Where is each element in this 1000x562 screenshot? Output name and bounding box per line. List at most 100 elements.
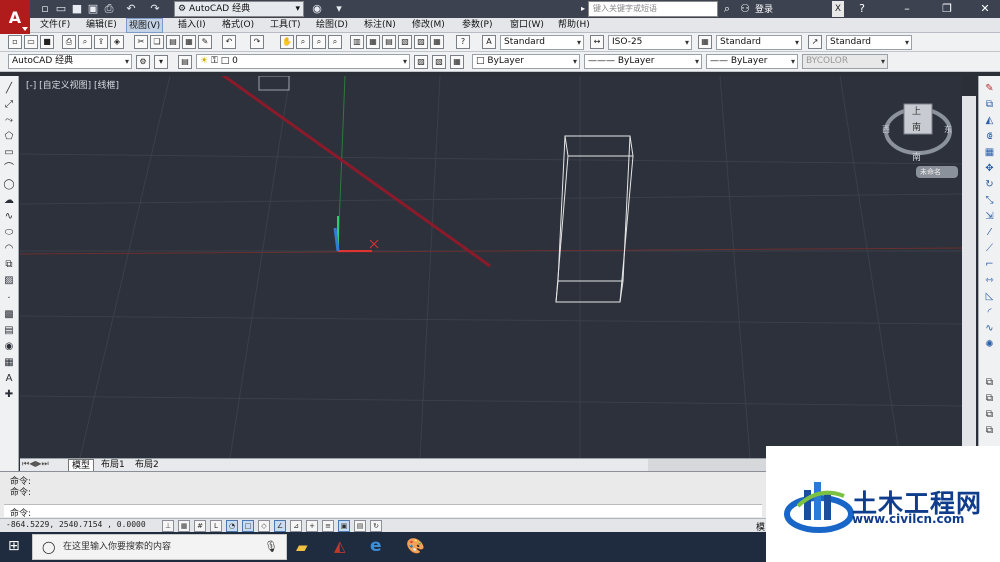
table-style-icon[interactable]: ▦ (698, 35, 712, 49)
menu-window[interactable]: 窗口(W) (508, 18, 546, 33)
menu-dimension[interactable]: 标注(N) (362, 18, 398, 33)
polar-toggle[interactable]: ◔ (226, 520, 238, 532)
toolbar-options-icon[interactable]: ▾ (154, 55, 168, 69)
osnap-toggle[interactable]: □ (242, 520, 254, 532)
design-center-icon[interactable]: ▦ (366, 35, 380, 49)
offset-icon[interactable]: ⟃ (982, 130, 997, 144)
ortho-toggle[interactable]: L (210, 520, 222, 532)
dim-style-icon[interactable]: ↔ (590, 35, 604, 49)
draworder-front-icon[interactable]: ⧉ (982, 376, 997, 390)
text-style-select[interactable]: Standard ▾ (500, 35, 584, 50)
make-block-icon[interactable]: ▨ (2, 274, 16, 287)
draworder-under-icon[interactable]: ⧉ (982, 424, 997, 438)
layer-previous-icon[interactable]: ▧ (432, 55, 446, 69)
exchange-icon[interactable]: X (832, 1, 844, 17)
region-icon[interactable]: ◉ (2, 340, 16, 353)
copy-icon[interactable]: ❏ (150, 35, 164, 49)
autocad-taskbar-icon[interactable]: ◭ (334, 537, 346, 555)
menu-view[interactable]: 视图(V) (126, 18, 164, 33)
toolbar-undo-icon[interactable]: ↶ (222, 35, 236, 49)
open-icon[interactable]: ▭ (54, 2, 68, 16)
tab-model[interactable]: 模型 (68, 459, 95, 471)
3d-print-icon[interactable]: ◈ (110, 35, 124, 49)
blend-icon[interactable]: ∿ (982, 322, 997, 336)
menu-format[interactable]: 格式(O) (220, 18, 256, 33)
fillet-icon[interactable]: ◜ (982, 306, 997, 320)
login-button[interactable]: 登录 (755, 2, 773, 15)
rotate-icon[interactable]: ↻ (982, 178, 997, 192)
tab-nav-arrows-icon[interactable]: ⏮◀▶⏭ (22, 459, 49, 469)
otrack-toggle[interactable]: ∠ (274, 520, 286, 532)
vertical-scrollbar[interactable] (962, 96, 976, 446)
ducs-toggle[interactable]: ⊿ (290, 520, 302, 532)
markup-icon[interactable]: ▨ (414, 35, 428, 49)
add-selected-icon[interactable]: ✚ (2, 388, 16, 401)
layer-select[interactable]: ☀ ⚿ □ 0 ▾ (196, 54, 410, 69)
arc-icon[interactable]: ⌒ (2, 162, 16, 175)
match-properties-icon[interactable]: ▦ (182, 35, 196, 49)
minimize-icon[interactable]: – (900, 1, 914, 17)
open-file-icon[interactable]: ▭ (24, 35, 38, 49)
toolbar-redo-icon[interactable]: ↷ (250, 35, 264, 49)
windows-start-icon[interactable]: ⊞ (8, 538, 20, 554)
linetype-select[interactable]: ——— ByLayer ▾ (584, 54, 702, 69)
customize-quick-access-icon[interactable]: ▾ (332, 2, 346, 16)
menu-draw[interactable]: 绘图(D) (314, 18, 350, 33)
lineweight-select[interactable]: —— ByLayer ▾ (706, 54, 798, 69)
workspace-settings-toolbar-icon[interactable]: ⚙ (136, 55, 150, 69)
qsave-icon[interactable]: ■ (40, 35, 54, 49)
new-icon[interactable]: ▫ (38, 2, 52, 16)
menu-tools[interactable]: 工具(T) (268, 18, 303, 33)
application-menu-button[interactable]: A (0, 0, 30, 34)
polygon-icon[interactable]: ⬠ (2, 130, 16, 143)
menu-edit[interactable]: 编辑(E) (84, 18, 119, 33)
undo-icon[interactable]: ↶ (124, 2, 138, 16)
publish-icon[interactable]: ⇪ (94, 35, 108, 49)
properties-icon[interactable]: ▥ (350, 35, 364, 49)
transparency-toggle[interactable]: ▣ (338, 520, 350, 532)
drawing-viewport[interactable]: [-] [自定义视图] [线框] 上 南 西 东 南 未命名 (20, 76, 962, 458)
line-icon[interactable]: ╱ (2, 82, 16, 95)
microphone-icon[interactable]: 🎙 (264, 540, 278, 553)
array-icon[interactable]: ▦ (982, 146, 997, 160)
zoom-previous-icon[interactable]: ⌕ (328, 35, 342, 49)
layer-state-icon[interactable]: ▦ (450, 55, 464, 69)
zoom-realtime-icon[interactable]: ⌕ (296, 35, 310, 49)
selection-cycling-toggle[interactable]: ↻ (370, 520, 382, 532)
command-input[interactable]: 命令: (4, 504, 762, 519)
mirror-icon[interactable]: ◭ (982, 114, 997, 128)
make-current-layer-icon[interactable]: ▨ (414, 55, 428, 69)
revision-cloud-icon[interactable]: ☁ (2, 194, 16, 207)
spline-icon[interactable]: ∿ (2, 210, 16, 223)
layer-properties-icon[interactable]: ▤ (178, 55, 192, 69)
save-as-icon[interactable]: ▣ (86, 2, 100, 16)
user-icon[interactable]: ⚇ (738, 1, 752, 17)
draworder-above-icon[interactable]: ⧉ (982, 408, 997, 422)
workspace-select[interactable]: ⚙ AutoCAD 经典 ▾ (174, 1, 304, 17)
table-style-select[interactable]: Standard ▾ (716, 35, 802, 50)
lineweight-toggle[interactable]: ≡ (322, 520, 334, 532)
menu-modify[interactable]: 修改(M) (410, 18, 447, 33)
mleader-style-icon[interactable]: ↗ (808, 35, 822, 49)
coordinates-readout[interactable]: -864.5229, 2540.7154 , 0.0000 (6, 520, 146, 529)
tool-palettes-icon[interactable]: ▤ (382, 35, 396, 49)
trim-icon[interactable]: ⁄ (982, 226, 997, 240)
table-icon[interactable]: ▦ (2, 356, 16, 369)
explode-icon[interactable]: ✺ (982, 338, 997, 352)
cut-icon[interactable]: ✂ (134, 35, 148, 49)
color-select[interactable]: □ ByLayer ▾ (472, 54, 580, 69)
zoom-window-icon[interactable]: ⌕ (312, 35, 326, 49)
break-icon[interactable]: ⌐ (982, 258, 997, 272)
search-input[interactable]: 键入关键字或短语 (588, 1, 718, 17)
wcs-menu[interactable]: 未命名 (920, 167, 941, 177)
ellipse-icon[interactable]: ⬭ (2, 226, 16, 239)
save-icon[interactable]: ■ (70, 2, 84, 16)
mtext-icon[interactable]: A (2, 372, 16, 385)
move-icon[interactable]: ✥ (982, 162, 997, 176)
join-icon[interactable]: ⇿ (982, 274, 997, 288)
dyn-toggle[interactable]: + (306, 520, 318, 532)
polyline-icon[interactable]: ⤳ (2, 114, 16, 127)
paint-icon[interactable]: 🎨 (406, 537, 425, 555)
search-icon[interactable]: ⌕ (720, 1, 734, 17)
erase-icon[interactable]: ✎ (982, 82, 997, 96)
